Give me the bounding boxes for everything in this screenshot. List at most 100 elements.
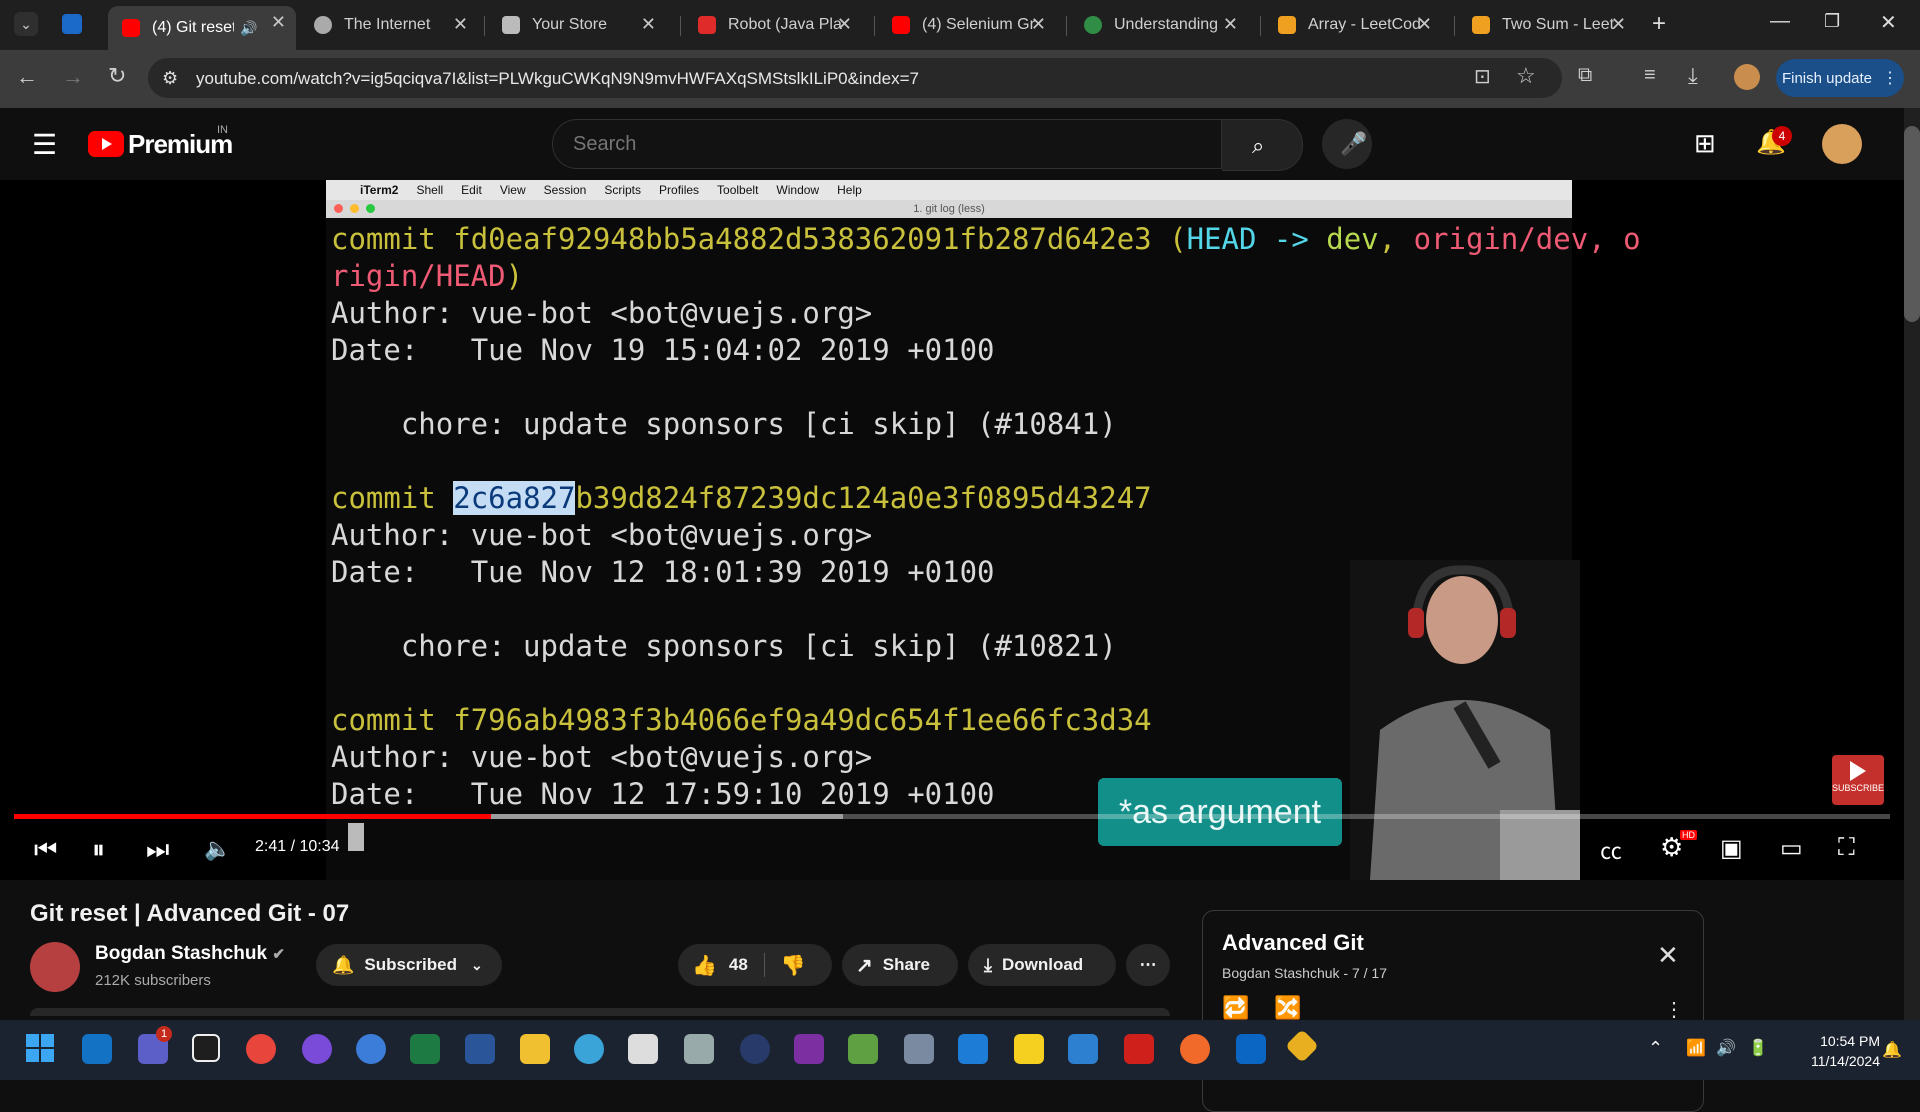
- youtube-icon: [892, 16, 910, 34]
- closed-captions-icon[interactable]: ㏄: [1600, 834, 1622, 866]
- playlist-title[interactable]: Advanced Git: [1222, 930, 1364, 956]
- reload-icon[interactable]: ↻: [108, 63, 126, 89]
- speaker-icon[interactable]: 🔊: [240, 20, 257, 37]
- tray-chevron-icon[interactable]: ⌃: [1648, 1038, 1663, 1059]
- close-tab-icon[interactable]: ✕: [453, 14, 468, 35]
- terminal-line: commit fd0eaf92948bb5a4882d538362091fb28…: [331, 222, 1641, 256]
- voice-search-button[interactable]: 🎤: [1322, 119, 1372, 169]
- whiteboard-icon[interactable]: [958, 1034, 988, 1064]
- word-icon[interactable]: [465, 1034, 495, 1064]
- loop-icon[interactable]: 🔁: [1222, 995, 1249, 1021]
- close-tab-icon[interactable]: ✕: [641, 14, 656, 35]
- tab-selenium[interactable]: (4) Selenium Gr ✕: [878, 8, 1056, 42]
- tab-array-leetcode[interactable]: Array - LeetCod ✕: [1264, 8, 1442, 42]
- notification-center-icon[interactable]: 🔔: [1882, 1040, 1902, 1060]
- database-icon[interactable]: [684, 1034, 714, 1064]
- close-tab-icon[interactable]: ✕: [1031, 14, 1046, 35]
- sticky-notes-icon[interactable]: [1014, 1034, 1044, 1064]
- tab-the-internet[interactable]: The Internet ✕: [300, 8, 478, 42]
- search-button[interactable]: ⌕: [1222, 119, 1303, 171]
- download-icon[interactable]: ⤓: [1688, 63, 1698, 89]
- dislike-icon[interactable]: 👎: [781, 953, 806, 978]
- windows-start-icon[interactable]: [26, 1034, 56, 1064]
- like-icon[interactable]: 👍: [692, 953, 717, 978]
- tab-understanding[interactable]: Understanding ✕: [1070, 8, 1248, 42]
- postman-icon[interactable]: [1180, 1034, 1210, 1064]
- clock-time[interactable]: 10:54 PM: [1800, 1033, 1880, 1049]
- tab-two-sum[interactable]: Two Sum - Leet ✕: [1458, 8, 1636, 42]
- url-text[interactable]: youtube.com/watch?v=ig5qciqva7I&list=PLW…: [196, 69, 919, 89]
- previous-icon[interactable]: ⏮: [34, 834, 57, 866]
- search-tool-icon[interactable]: [574, 1034, 604, 1064]
- clock-date[interactable]: 11/14/2024: [1786, 1053, 1880, 1069]
- eclipse-icon[interactable]: [302, 1034, 332, 1064]
- subscribed-button[interactable]: 🔔 Subscribed ⌄: [316, 944, 502, 986]
- media-control-icon[interactable]: ≡: [1644, 64, 1656, 87]
- playlist-more-icon[interactable]: ⋮: [1664, 997, 1684, 1022]
- restore-icon[interactable]: ❐: [1824, 11, 1840, 32]
- leetcode-icon: [1278, 16, 1296, 34]
- eclipse-ide-icon[interactable]: [740, 1034, 770, 1064]
- close-tab-icon[interactable]: ✕: [1611, 14, 1626, 35]
- back-icon[interactable]: ←: [16, 64, 38, 90]
- acrobat-icon[interactable]: [1124, 1034, 1154, 1064]
- remote-desktop-icon[interactable]: [1068, 1034, 1098, 1064]
- close-tab-icon[interactable]: ✕: [271, 12, 286, 33]
- fullscreen-icon[interactable]: ⛶: [1838, 834, 1855, 862]
- presenter-webcam: [1350, 560, 1580, 880]
- file-explorer-icon[interactable]: [520, 1034, 550, 1064]
- outlook-pinned-tab-icon[interactable]: [62, 14, 82, 34]
- intellij-icon[interactable]: [192, 1034, 220, 1062]
- outlook-icon[interactable]: [82, 1034, 112, 1064]
- account-avatar[interactable]: [1822, 124, 1862, 164]
- chrome-icon[interactable]: [246, 1034, 276, 1064]
- share-button[interactable]: ↗ Share: [842, 944, 958, 986]
- forward-icon[interactable]: →: [62, 64, 84, 90]
- tab-robot-java[interactable]: Robot (Java Pla ✕: [684, 8, 862, 42]
- calculator-icon[interactable]: [904, 1034, 934, 1064]
- volume-icon[interactable]: 🔈: [204, 836, 231, 862]
- excel-icon[interactable]: [410, 1034, 440, 1064]
- install-app-icon[interactable]: ⊡: [1474, 64, 1491, 89]
- snipping-tool-icon[interactable]: [628, 1034, 658, 1064]
- channel-avatar[interactable]: [30, 942, 80, 992]
- notepad-icon[interactable]: [848, 1034, 878, 1064]
- theater-mode-icon[interactable]: ▭: [1780, 834, 1803, 863]
- tab-git-reset[interactable]: (4) Git reset 🔊 ✕: [108, 6, 296, 50]
- create-video-icon[interactable]: ⊞: [1694, 128, 1716, 159]
- profile-avatar[interactable]: [1734, 64, 1760, 90]
- download-button[interactable]: ⤓ Download: [968, 944, 1116, 986]
- hamburger-menu-icon[interactable]: ☰: [32, 128, 57, 161]
- close-playlist-icon[interactable]: ✕: [1657, 940, 1679, 971]
- close-tab-icon[interactable]: ✕: [1417, 14, 1432, 35]
- volume-tray-icon[interactable]: 🔊: [1716, 1038, 1736, 1058]
- close-tab-icon[interactable]: ✕: [837, 14, 852, 35]
- linkedin-icon[interactable]: [1236, 1034, 1266, 1064]
- channel-name[interactable]: Bogdan Stashchuk ✔: [95, 943, 285, 965]
- battery-icon[interactable]: 🔋: [1748, 1038, 1768, 1058]
- scrollbar-thumb[interactable]: [1904, 126, 1920, 322]
- next-icon[interactable]: ⏭: [146, 834, 169, 866]
- extensions-icon[interactable]: ⧉: [1578, 64, 1592, 87]
- more-actions-button[interactable]: ⋯: [1126, 944, 1170, 986]
- window-close-icon[interactable]: ✕: [1880, 10, 1897, 35]
- bookmark-star-icon[interactable]: ☆: [1516, 63, 1536, 89]
- site-info-icon[interactable]: ⚙: [162, 68, 178, 89]
- finish-update-button[interactable]: Finish update ⋮: [1776, 59, 1904, 97]
- close-tab-icon[interactable]: ✕: [1223, 14, 1238, 35]
- onenote-icon[interactable]: [794, 1034, 824, 1064]
- subscribe-watermark[interactable]: SUBSCRIBE: [1832, 755, 1884, 805]
- tab-search-icon[interactable]: ⌄: [14, 12, 38, 36]
- pause-icon[interactable]: ⏸: [92, 834, 105, 866]
- wifi-icon[interactable]: 📶: [1686, 1038, 1706, 1058]
- search-input[interactable]: [552, 119, 1222, 169]
- text-cursor-artifact: [348, 823, 364, 851]
- youtube-logo-icon[interactable]: [88, 131, 124, 157]
- miniplayer-icon[interactable]: ▣: [1720, 834, 1743, 863]
- tab-your-store[interactable]: Your Store ✕: [488, 8, 666, 42]
- shuffle-icon[interactable]: 🔀: [1274, 995, 1301, 1021]
- minimize-icon[interactable]: —: [1770, 10, 1790, 33]
- new-tab-icon[interactable]: +: [1652, 10, 1666, 38]
- window-minimize-dot: [350, 204, 359, 213]
- app-store-icon[interactable]: [356, 1034, 386, 1064]
